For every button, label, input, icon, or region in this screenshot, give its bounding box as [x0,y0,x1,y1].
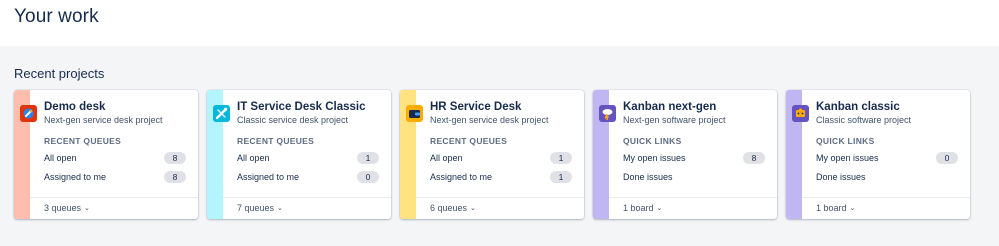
rocket-icon [20,105,37,122]
project-type: Next-gen service desk project [44,115,163,125]
queue-link-all-open[interactable]: All open 1 [237,151,379,165]
chevron-down-icon: ⌄ [84,205,90,212]
project-cards: Demo desk Next-gen service desk project … [14,90,970,219]
project-card-hr-service-desk[interactable]: HR Service Desk Next-gen service desk pr… [400,90,584,219]
quick-link-my-open-issues[interactable]: My open issues 0 [816,151,958,165]
page-header: Your work [14,6,99,42]
count-badge: 8 [743,152,765,164]
row-label: Assigned to me [430,172,493,182]
project-type: Classic service desk project [237,115,349,125]
row-label: My open issues [816,153,879,163]
card-footer: 3 queues ⌄ [30,197,198,219]
tools-icon [213,105,230,122]
project-name[interactable]: HR Service Desk [430,101,521,113]
cloud-lightning-icon [599,105,616,122]
project-card-kanban-classic[interactable]: Kanban classic Classic software project … [786,90,970,219]
queues-dropdown[interactable]: 3 queues ⌄ [44,203,90,213]
project-type: Next-gen service desk project [430,115,549,125]
count-badge: 0 [936,152,958,164]
row-label: Done issues [816,172,866,182]
puzzle-icon [792,105,809,122]
section-label: RECENT QUEUES [430,136,508,146]
main-content: Recent projects Demo desk Next-gen servi… [0,46,999,246]
project-name[interactable]: Kanban classic [816,101,900,113]
card-footer: 1 board ⌄ [609,197,777,219]
project-type: Classic software project [816,115,912,125]
project-card-demo-desk[interactable]: Demo desk Next-gen service desk project … [14,90,198,219]
count-badge: 1 [357,152,379,164]
footer-label: 3 queues [44,203,82,213]
project-card-it-service-desk-classic[interactable]: IT Service Desk Classic Classic service … [207,90,391,219]
chevron-down-icon: ⌄ [849,205,856,212]
count-badge: 0 [357,171,379,183]
queues-dropdown[interactable]: 7 queues ⌄ [237,203,283,213]
queue-link-assigned-to-me[interactable]: Assigned to me 0 [237,170,379,184]
queue-link-assigned-to-me[interactable]: Assigned to me 1 [430,170,572,184]
row-label: All open [430,153,463,163]
section-label: RECENT QUEUES [44,136,122,146]
project-name[interactable]: IT Service Desk Classic [237,101,366,113]
project-type: Next-gen software project [623,115,726,125]
section-label: QUICK LINKS [623,136,682,146]
footer-label: 6 queues [430,203,468,213]
quick-link-done-issues[interactable]: Done issues [816,170,958,184]
row-label: Assigned to me [237,172,300,182]
row-label: My open issues [623,153,686,163]
quick-link-my-open-issues[interactable]: My open issues 8 [623,151,765,165]
row-label: All open [44,153,77,163]
chevron-down-icon: ⌄ [277,205,283,212]
queue-link-all-open[interactable]: All open 1 [430,151,572,165]
project-name[interactable]: Demo desk [44,101,105,113]
section-label: QUICK LINKS [816,136,875,146]
project-name[interactable]: Kanban next-gen [623,101,716,113]
project-card-kanban-next-gen[interactable]: Kanban next-gen Next-gen software projec… [593,90,777,219]
footer-label: 1 board [623,203,654,213]
count-badge: 8 [164,152,186,164]
wallet-icon [406,105,423,122]
boards-dropdown[interactable]: 1 board ⌄ [816,203,855,213]
row-label: Done issues [623,172,673,182]
count-badge: 1 [550,171,572,183]
row-label: Assigned to me [44,172,107,182]
footer-label: 7 queues [237,203,275,213]
queue-link-all-open[interactable]: All open 8 [44,151,186,165]
card-footer: 7 queues ⌄ [223,197,391,219]
section-title: Recent projects [14,66,105,81]
chevron-down-icon: ⌄ [470,205,476,212]
quick-link-done-issues[interactable]: Done issues [623,170,765,184]
boards-dropdown[interactable]: 1 board ⌄ [623,203,662,213]
chevron-down-icon: ⌄ [656,205,663,212]
footer-label: 1 board [816,203,847,213]
queues-dropdown[interactable]: 6 queues ⌄ [430,203,476,213]
section-label: RECENT QUEUES [237,136,315,146]
card-footer: 6 queues ⌄ [416,197,584,219]
queue-link-assigned-to-me[interactable]: Assigned to me 8 [44,170,186,184]
page-title: Your work [14,6,99,27]
count-badge: 8 [164,171,186,183]
count-badge: 1 [550,152,572,164]
row-label: All open [237,153,270,163]
card-footer: 1 board ⌄ [802,197,970,219]
